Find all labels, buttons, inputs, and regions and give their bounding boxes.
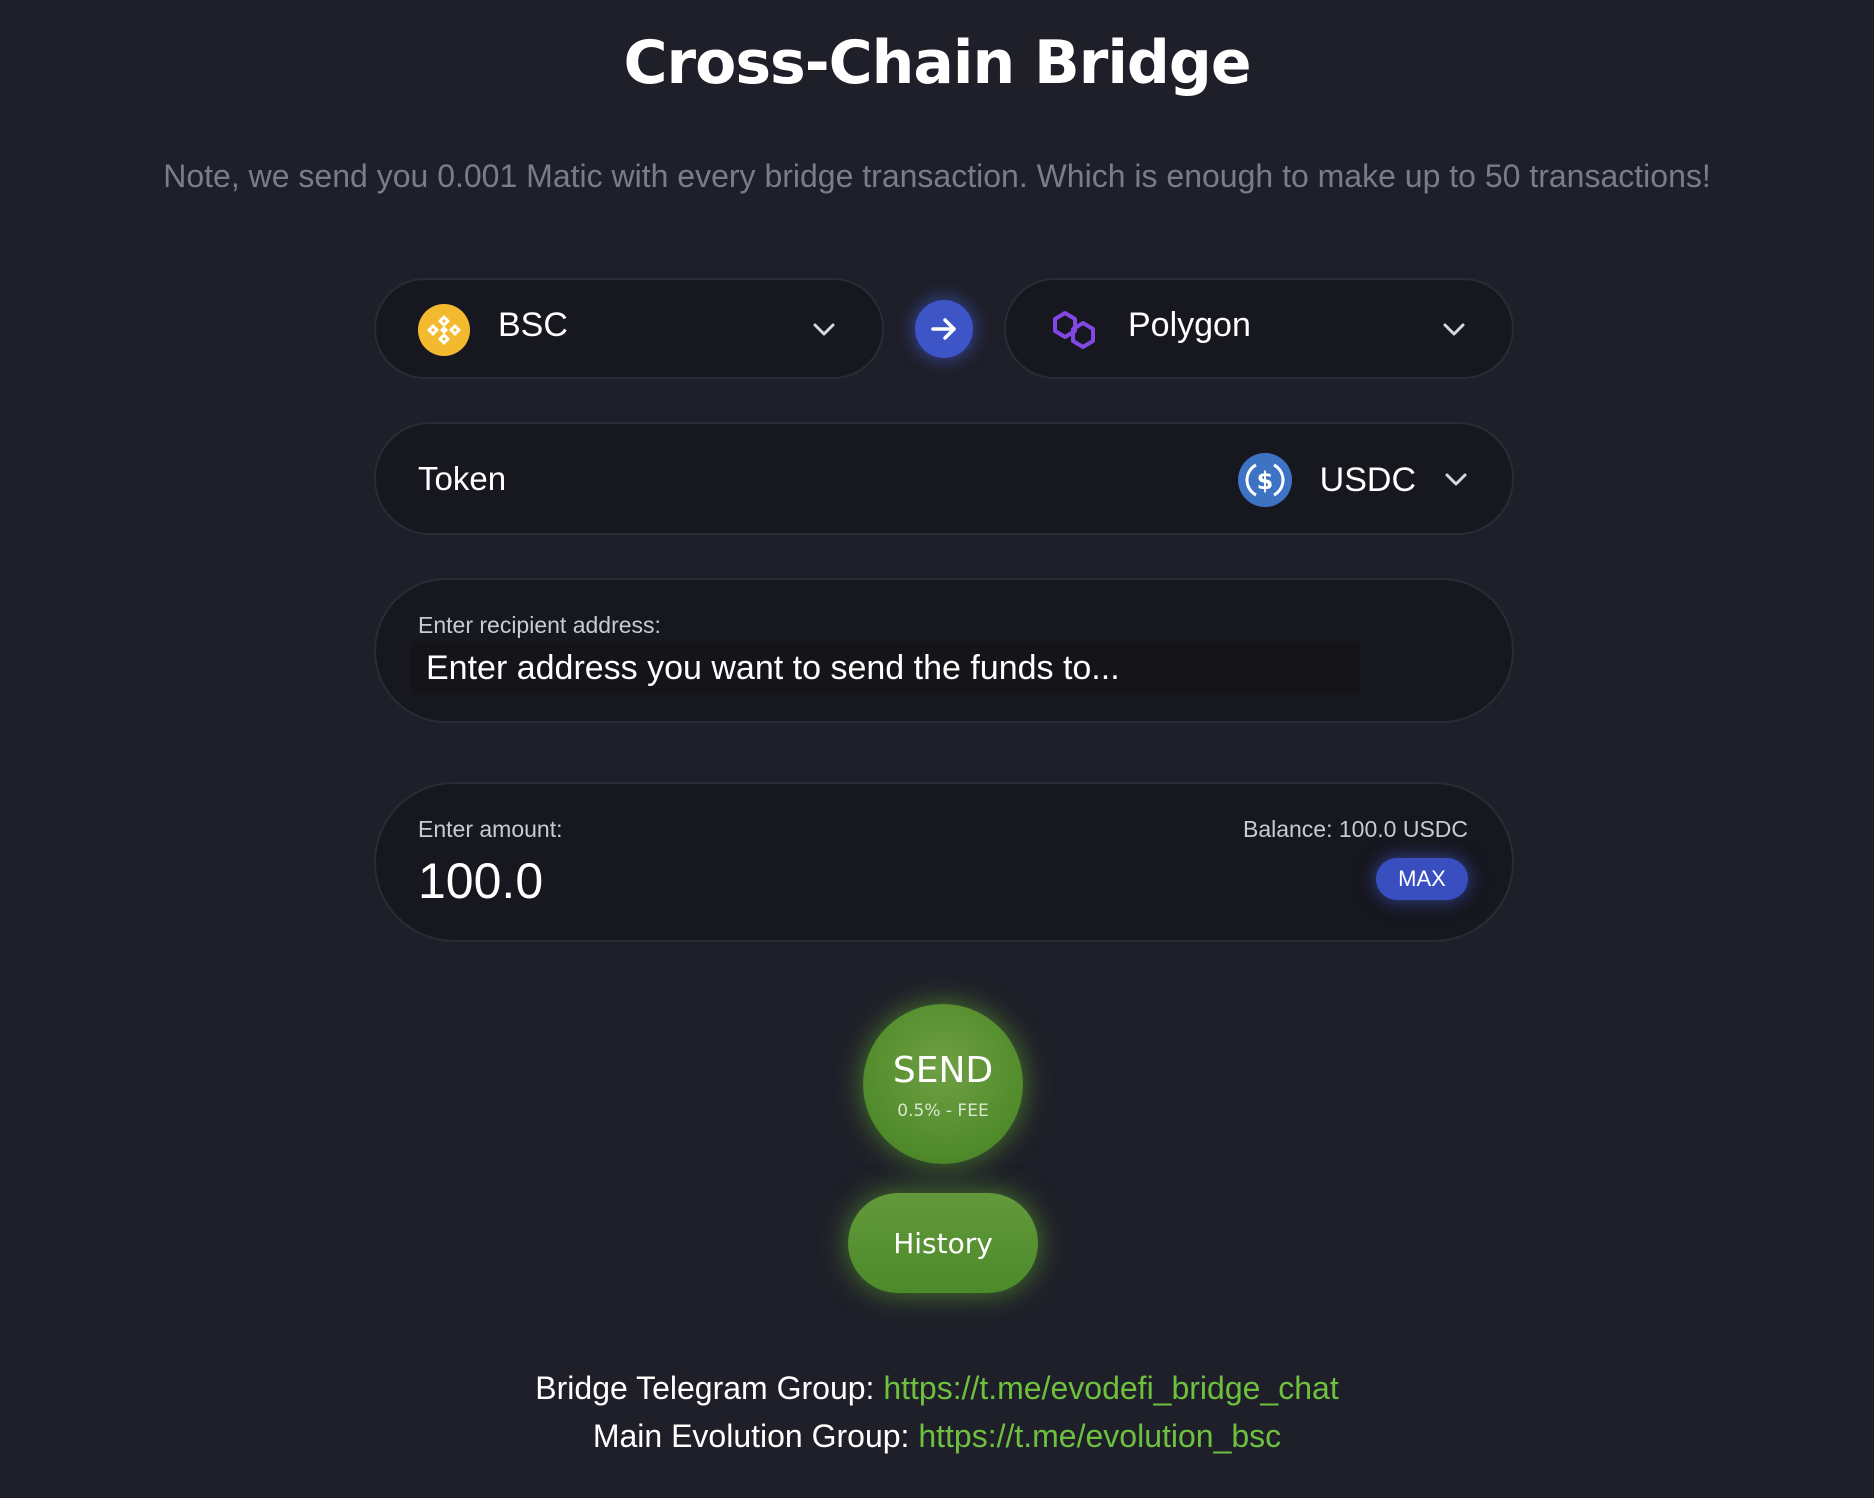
- token-row: Token $ USDC: [374, 422, 1514, 535]
- max-button[interactable]: MAX: [1376, 858, 1468, 900]
- from-chain-label: BSC: [498, 306, 568, 344]
- bridge-page: Cross-Chain Bridge Note, we send you 0.0…: [0, 0, 1874, 1498]
- usdc-icon: $: [1237, 453, 1292, 507]
- page-title: Cross-Chain Bridge: [623, 28, 1251, 98]
- info-note: Note, we send you 0.001 Matic with every…: [163, 158, 1711, 194]
- chevron-down-icon: [1443, 323, 1465, 336]
- main-group-link[interactable]: https://t.me/evolution_bsc: [918, 1418, 1281, 1454]
- recipient-address-input[interactable]: [410, 642, 1360, 694]
- chevron-down-icon: [1445, 473, 1467, 486]
- chevron-down-icon: [813, 323, 835, 336]
- token-name: USDC: [1319, 460, 1416, 499]
- send-fee-label: 0.5% - FEE: [897, 1101, 989, 1121]
- polygon-icon: [1053, 311, 1095, 349]
- binance-icon: [418, 304, 470, 356]
- recipient-panel: Enter recipient address:: [374, 578, 1514, 723]
- main-group-line: Main Evolution Group: https://t.me/evolu…: [0, 1418, 1874, 1455]
- token-label: Token: [418, 460, 507, 497]
- balance-text: Balance: 100.0 USDC: [1242, 816, 1468, 842]
- telegram-group-label: Bridge Telegram Group:: [535, 1370, 884, 1406]
- amount-label: Enter amount:: [418, 816, 563, 842]
- main-group-label: Main Evolution Group:: [592, 1418, 919, 1454]
- to-chain-select[interactable]: Polygon: [1004, 278, 1514, 379]
- arrow-right-icon: [931, 318, 956, 340]
- from-chain-select[interactable]: BSC: [374, 278, 884, 379]
- history-button[interactable]: History: [848, 1193, 1038, 1293]
- svg-text:$: $: [1256, 467, 1273, 495]
- send-button[interactable]: SEND 0.5% - FEE: [863, 1004, 1023, 1164]
- telegram-group-line: Bridge Telegram Group: https://t.me/evod…: [0, 1370, 1874, 1407]
- to-chain-label: Polygon: [1128, 306, 1251, 344]
- telegram-group-link[interactable]: https://t.me/evodefi_bridge_chat: [883, 1370, 1338, 1406]
- amount-panel: Enter amount: Balance: 100.0 USDC MAX: [374, 782, 1514, 942]
- recipient-label: Enter recipient address:: [418, 612, 661, 638]
- swap-direction-button[interactable]: [915, 300, 973, 358]
- amount-input[interactable]: [418, 850, 1018, 912]
- token-select[interactable]: $ USDC: [1237, 452, 1476, 508]
- send-label: SEND: [892, 1050, 994, 1091]
